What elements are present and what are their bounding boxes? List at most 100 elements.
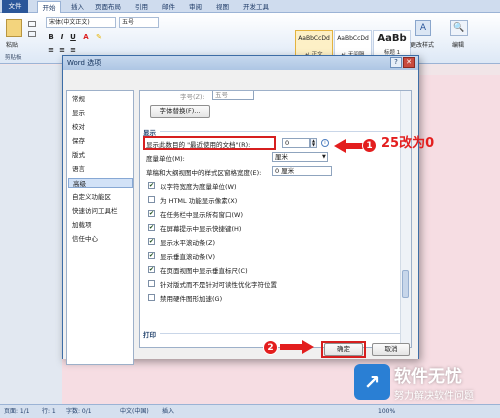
status-words[interactable]: 字数: 0/1 xyxy=(66,405,92,418)
change-styles-label[interactable]: 更改样式 xyxy=(410,40,434,49)
cut-icon[interactable] xyxy=(28,21,36,27)
checkbox[interactable] xyxy=(148,210,155,217)
checkbox-label: 禁用硬件图形加速(G) xyxy=(160,295,223,303)
tab-insert[interactable]: 插入 xyxy=(71,1,84,13)
tab-view[interactable]: 视图 xyxy=(216,1,229,13)
bold-icon[interactable]: B xyxy=(47,33,55,42)
checkbox-label: 在屏幕提示中显示快捷键(H) xyxy=(160,225,242,233)
arrow-left-icon xyxy=(334,139,346,153)
font-name-box[interactable]: 宋体(中文正文) xyxy=(46,17,116,28)
left-pane xyxy=(0,65,62,406)
chevron-down-icon[interactable]: ▼ xyxy=(322,154,326,160)
change-styles-icon[interactable]: A xyxy=(415,20,431,36)
status-page[interactable]: 页面: 1/1 xyxy=(4,405,30,418)
find-icon[interactable]: 🔍 xyxy=(450,20,468,36)
watermark-logo: ↗ xyxy=(354,364,390,400)
measure-select[interactable]: 厘米 xyxy=(272,152,328,162)
checkbox-label: 显示垂直滚动条(V) xyxy=(160,253,216,261)
checkbox[interactable] xyxy=(148,280,155,287)
nav-customize-ribbon[interactable]: 自定义功能区 xyxy=(72,192,111,202)
checkbox-label: 为 HTML 功能显示像素(X) xyxy=(160,197,238,205)
statusbar: 页面: 1/1 行: 1 字数: 0/1 中文(中国) 插入 100% xyxy=(0,404,500,418)
nav-save[interactable]: 保存 xyxy=(72,136,85,146)
checkbox[interactable] xyxy=(148,182,155,189)
edit-label[interactable]: 编辑 xyxy=(452,40,464,49)
checkbox[interactable] xyxy=(148,238,155,245)
style-area-input[interactable]: 0 厘米 xyxy=(272,166,332,176)
nav-proofing[interactable]: 校对 xyxy=(72,122,85,132)
close-button[interactable]: ✕ xyxy=(403,57,415,68)
step2-badge: 2 xyxy=(263,340,278,355)
italic-icon[interactable]: I xyxy=(58,33,66,42)
section-divider xyxy=(160,131,400,132)
checkbox-label: 在页面视图中显示垂直标尺(C) xyxy=(160,267,248,275)
checkbox[interactable] xyxy=(148,196,155,203)
nav-typography[interactable]: 版式 xyxy=(72,150,85,160)
nav-display[interactable]: 显示 xyxy=(72,108,85,118)
status-mode[interactable]: 插入 xyxy=(162,405,174,418)
watermark-title: 软件无忧 xyxy=(394,367,462,387)
tab-file[interactable]: 文件 xyxy=(2,0,28,13)
tab-review[interactable]: 审阅 xyxy=(189,1,202,13)
section-divider xyxy=(160,333,400,334)
annotation-note: 25改为0 xyxy=(381,136,435,151)
tab-page-layout[interactable]: 页面布局 xyxy=(95,1,121,13)
checkbox[interactable] xyxy=(148,294,155,301)
underline-icon[interactable]: U xyxy=(69,33,77,42)
dialog-body: 常规 显示 校对 保存 版式 语言 高级 自定义功能区 快速访问工具栏 加载项 … xyxy=(63,70,418,365)
checkbox-label: 以字符宽度为度量单位(W) xyxy=(160,183,237,191)
align-right-icon[interactable]: ≡ xyxy=(69,46,77,55)
info-icon: i xyxy=(321,139,329,147)
nav-general[interactable]: 常规 xyxy=(72,94,85,104)
checkbox-label: 针对版式而不是针对可读性优化字符位置 xyxy=(160,281,277,289)
clipboard-group-label: 剪贴板 xyxy=(5,55,22,61)
font-color-icon[interactable]: A xyxy=(82,33,90,42)
cancel-button[interactable]: 取消 xyxy=(372,343,410,356)
recent-docs-input[interactable]: 0 xyxy=(282,138,310,148)
nav-trust-center[interactable]: 信任中心 xyxy=(72,234,98,244)
font-substitution-button[interactable]: 字体替换(F)... xyxy=(150,105,210,118)
tab-home[interactable]: 开始 xyxy=(37,1,61,13)
copy-icon[interactable] xyxy=(28,31,36,37)
step1-badge: 1 xyxy=(362,138,377,153)
help-button[interactable]: ? xyxy=(390,57,402,68)
font-size-box[interactable]: 五号 xyxy=(119,17,159,28)
style-sample: AaBbCcDd xyxy=(337,35,369,42)
measure-label: 度量单位(M): xyxy=(146,155,185,163)
nav-addins[interactable]: 加载项 xyxy=(72,220,92,230)
font-size-select[interactable]: 五号 xyxy=(212,91,254,100)
checkbox[interactable] xyxy=(148,224,155,231)
recent-docs-spinner[interactable]: ▲ ▼ xyxy=(310,138,317,148)
checkbox-label: 在任务栏中显示所有窗口(W) xyxy=(160,211,243,219)
arrow-shaft xyxy=(280,344,302,350)
tab-mailings[interactable]: 邮件 xyxy=(162,1,175,13)
ok-button[interactable]: 确定 xyxy=(324,343,363,356)
status-zoom[interactable]: 100% xyxy=(378,405,395,418)
tab-developer[interactable]: 开发工具 xyxy=(243,1,269,13)
options-nav: 常规 显示 校对 保存 版式 语言 高级 自定义功能区 快速访问工具栏 加载项 … xyxy=(66,90,134,365)
nav-quick-access[interactable]: 快速访问工具栏 xyxy=(72,206,118,216)
word-options-dialog: Word 选项 ? ✕ 常规 显示 校对 保存 版式 语言 高级 自定义功能区 … xyxy=(62,55,419,365)
ribbon-tabbar: 文件 开始 插入 页面布局 引用 邮件 审阅 视图 开发工具 xyxy=(0,0,500,13)
align-center-icon[interactable]: ≡ xyxy=(58,46,66,55)
align-left-icon[interactable]: ≡ xyxy=(47,46,55,55)
options-content: 字号(Z): 五号 字体替换(F)... 显示 显示此数目的 "最近使用的文档"… xyxy=(139,90,412,348)
highlight-icon[interactable]: ✎ xyxy=(95,33,103,42)
style-sample: AaBbCcDd xyxy=(298,35,330,42)
recent-docs-label: 显示此数目的 "最近使用的文档"(R): xyxy=(146,141,251,149)
paste-icon[interactable] xyxy=(6,19,22,37)
arrow-right-icon xyxy=(302,340,314,354)
font-size-label: 字号(Z): xyxy=(180,93,205,101)
dialog-title-bar[interactable]: Word 选项 xyxy=(63,56,418,70)
tab-references[interactable]: 引用 xyxy=(135,1,148,13)
nav-advanced[interactable]: 高级 xyxy=(68,178,133,188)
scrollbar-thumb[interactable] xyxy=(402,270,409,298)
paste-label[interactable]: 粘贴 xyxy=(6,40,18,49)
nav-language[interactable]: 语言 xyxy=(72,164,85,174)
content-scrollbar[interactable] xyxy=(400,91,411,347)
status-language[interactable]: 中文(中国) xyxy=(120,405,149,418)
checkbox[interactable] xyxy=(148,266,155,273)
checkbox[interactable] xyxy=(148,252,155,259)
watermark-subtitle: 努力解决软件问题 xyxy=(394,391,474,402)
status-line: 行: 1 xyxy=(42,408,56,415)
